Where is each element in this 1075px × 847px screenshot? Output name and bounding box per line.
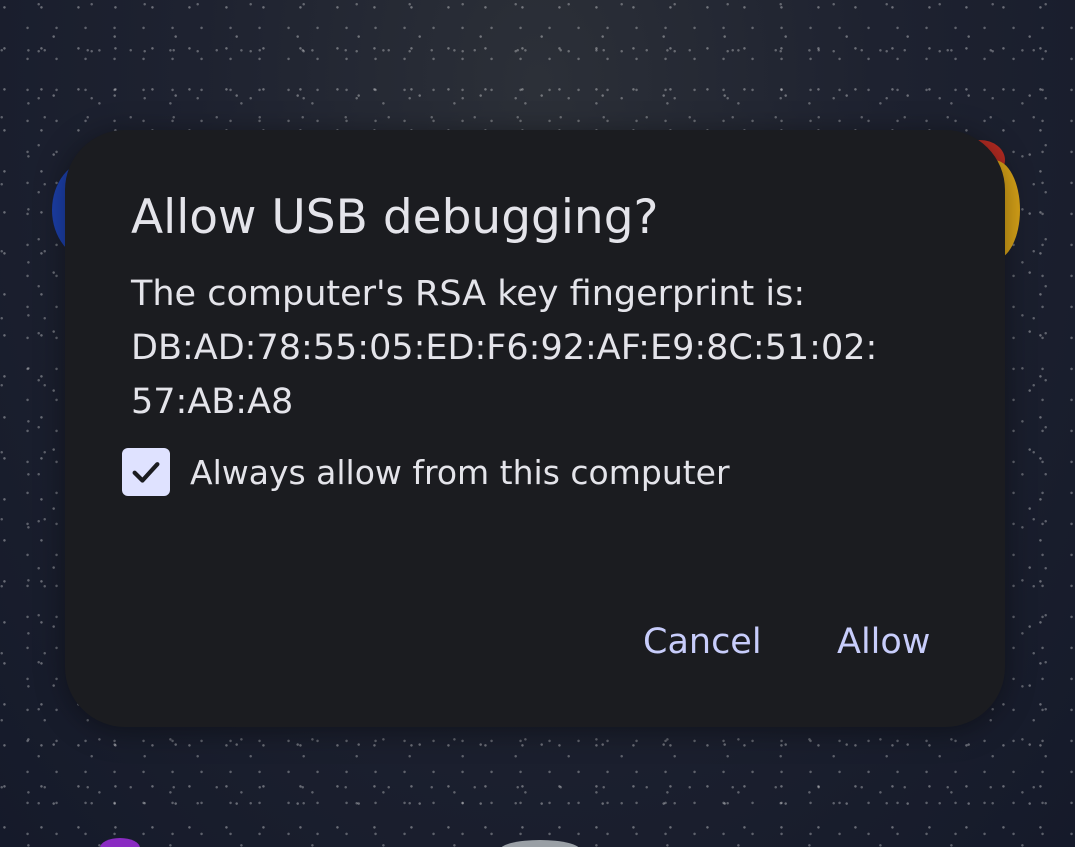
always-allow-label[interactable]: Always allow from this computer: [190, 453, 730, 492]
fingerprint-line-1: DB:AD:78:55:05:ED:F6:92:AF:E9:8C:51:02:: [131, 328, 878, 368]
check-icon: [132, 462, 160, 483]
usb-debugging-dialog: Allow USB debugging? The computer's RSA …: [65, 130, 1005, 727]
always-allow-checkbox-row[interactable]: Always allow from this computer: [122, 446, 730, 498]
cancel-button[interactable]: Cancel: [643, 612, 762, 672]
dialog-title: Allow USB debugging?: [131, 190, 659, 245]
message-text: The computer's RSA key fingerprint is:: [131, 274, 806, 314]
fingerprint-line-2: 57:AB:A8: [131, 382, 294, 422]
dialog-message: The computer's RSA key fingerprint is: D…: [131, 267, 951, 429]
allow-button[interactable]: Allow: [837, 612, 930, 672]
always-allow-checkbox[interactable]: [122, 448, 170, 496]
